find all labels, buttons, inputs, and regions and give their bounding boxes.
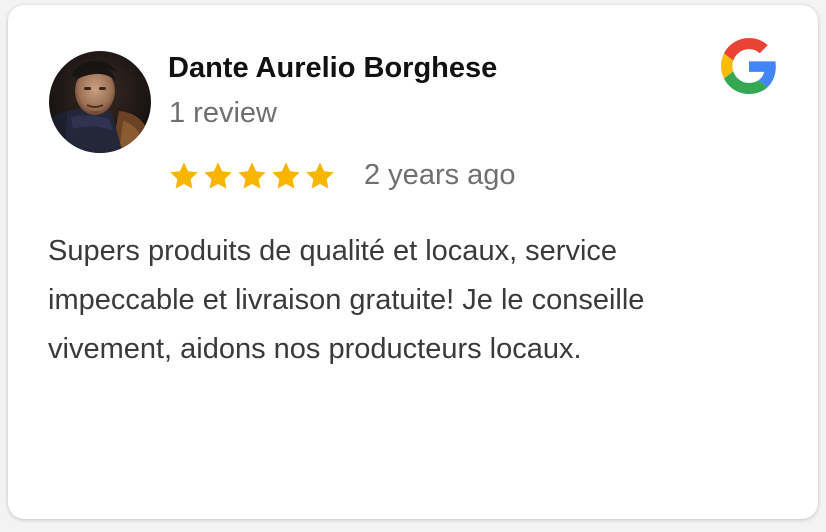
avatar-photo	[49, 51, 151, 153]
reviewer-review-count: 1 review	[169, 97, 277, 129]
star-icon	[204, 162, 232, 189]
google-logo-icon[interactable]	[721, 38, 777, 94]
star-icon	[238, 162, 266, 189]
star-icon	[306, 162, 334, 189]
star-rating	[168, 157, 336, 195]
reviewer-name[interactable]: Dante Aurelio Borghese	[168, 52, 497, 85]
review-date: 2 years ago	[364, 159, 516, 191]
review-card: Dante Aurelio Borghese 1 review 2 years …	[8, 5, 818, 519]
star-icon	[170, 162, 198, 189]
avatar[interactable]	[49, 51, 151, 153]
star-icon	[272, 162, 300, 189]
review-text: Supers produits de qualité et locaux, se…	[48, 235, 645, 365]
